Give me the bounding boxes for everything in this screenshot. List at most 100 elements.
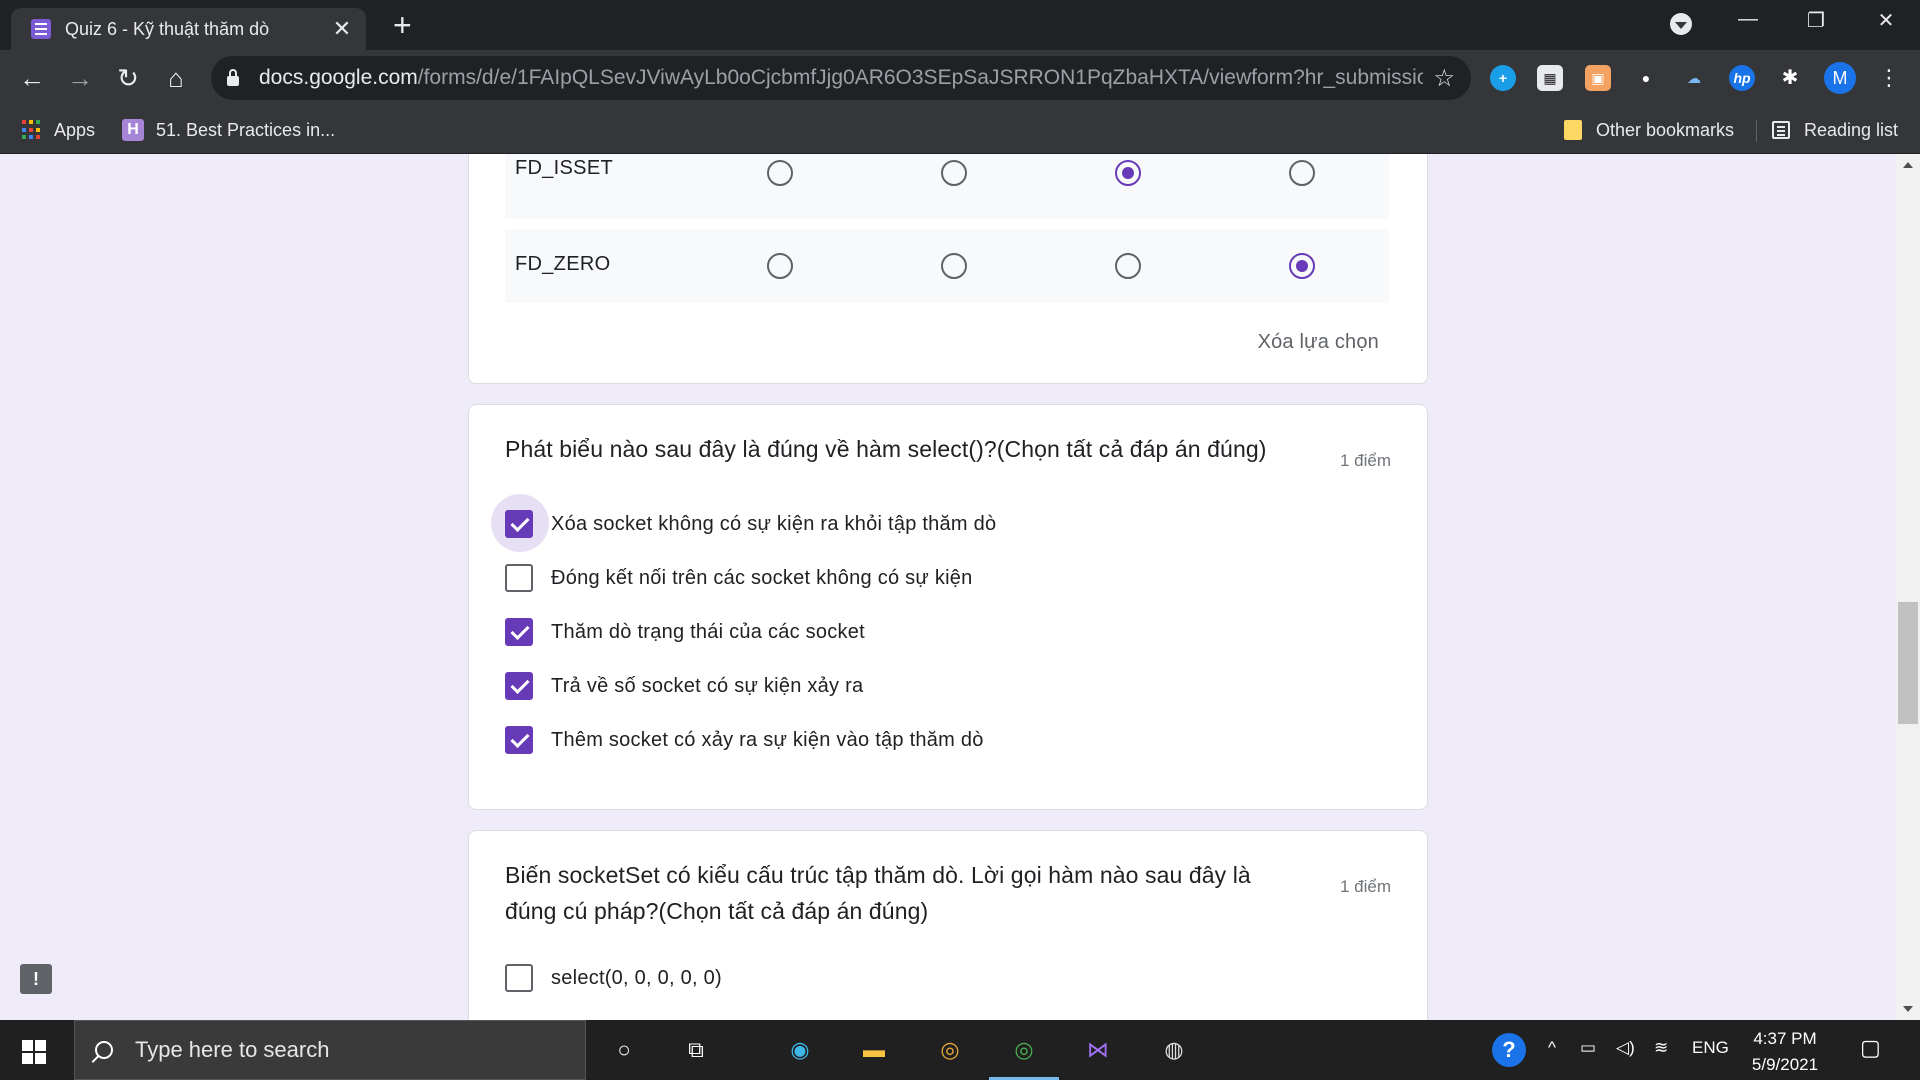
h-logo-icon: H bbox=[122, 119, 144, 141]
clear-selection-button[interactable]: Xóa lựa chọn bbox=[1258, 331, 1379, 354]
search-icon bbox=[95, 1041, 113, 1059]
show-hidden-icons-icon[interactable]: ^ bbox=[1548, 1038, 1556, 1058]
language-indicator[interactable]: ENG bbox=[1692, 1038, 1729, 1058]
grid-row-label: FD_ZERO bbox=[515, 253, 611, 275]
home-icon[interactable]: ⌂ bbox=[158, 60, 194, 96]
hp-icon[interactable]: hp bbox=[1729, 65, 1755, 91]
form-viewport: FD_ISSET FD_ZERO Xóa lựa chọn Phát biểu … bbox=[0, 154, 1896, 1020]
option-label: Đóng kết nối trên các socket không có sự… bbox=[551, 566, 973, 589]
grid-radio[interactable] bbox=[767, 253, 793, 279]
google-forms-icon bbox=[31, 19, 51, 39]
search-placeholder: Type here to search bbox=[135, 1037, 330, 1062]
bookmark-best-practices[interactable]: H 51. Best Practices in... bbox=[122, 116, 335, 144]
system-clock[interactable]: 4:37 PM 5/9/2021 bbox=[1730, 1026, 1840, 1078]
kebab-menu-icon[interactable]: ⋮ bbox=[1878, 62, 1900, 94]
battery-icon[interactable]: ▭ bbox=[1580, 1038, 1596, 1058]
tab-strip: Quiz 6 - Kỹ thuật thăm dò ✕ + — ❐ ✕ bbox=[0, 0, 1920, 50]
volume-icon[interactable]: ◁) bbox=[1616, 1038, 1635, 1058]
question-points: 1 điểm bbox=[1339, 451, 1391, 470]
obs-icon[interactable]: ◍ bbox=[1152, 1028, 1196, 1072]
qr-code-icon[interactable]: ▦ bbox=[1537, 65, 1563, 91]
reading-list-icon bbox=[1772, 121, 1790, 139]
grid-radio[interactable] bbox=[767, 160, 793, 186]
visual-studio-icon[interactable]: ⋈ bbox=[1076, 1028, 1120, 1072]
edge-icon[interactable]: ◉ bbox=[778, 1028, 822, 1072]
option-label: Thăm dò trạng thái của các socket bbox=[551, 620, 865, 643]
minimize-icon[interactable]: — bbox=[1728, 8, 1768, 31]
address-bar[interactable]: docs.google.com/forms/d/e/1FAIpQLSevJViw… bbox=[211, 56, 1471, 100]
chrome-icon[interactable]: ◎ bbox=[1002, 1028, 1046, 1072]
reading-list[interactable]: Reading list bbox=[1772, 116, 1898, 144]
cortana-icon[interactable]: ○ bbox=[602, 1028, 646, 1072]
clock-date: 5/9/2021 bbox=[1751, 1055, 1819, 1074]
other-bookmarks[interactable]: Other bookmarks bbox=[1564, 116, 1734, 144]
checkbox-option[interactable]: Thăm dò trạng thái của các socket bbox=[505, 617, 865, 647]
question-points: 1 điểm bbox=[1339, 877, 1391, 896]
file-explorer-icon[interactable]: ▬ bbox=[852, 1028, 896, 1072]
grid-radio-selected[interactable] bbox=[1289, 253, 1315, 279]
apps-grid-icon bbox=[22, 120, 42, 140]
notifications-icon[interactable]: ▢ bbox=[1860, 1035, 1881, 1061]
grid-row-fd-isset: FD_ISSET bbox=[505, 154, 1389, 219]
checkbox-checked[interactable] bbox=[505, 726, 533, 754]
cloud-extension-icon[interactable]: ☁ bbox=[1681, 65, 1707, 91]
scroll-up-arrow-icon[interactable] bbox=[1903, 162, 1913, 168]
close-tab-icon[interactable]: ✕ bbox=[332, 16, 352, 42]
plus-extension-icon[interactable]: + bbox=[1490, 65, 1516, 91]
checkbox-checked[interactable] bbox=[505, 672, 533, 700]
windows-start-icon[interactable] bbox=[22, 1040, 46, 1064]
chrome-profile-icon[interactable]: ◎ bbox=[928, 1028, 972, 1072]
grid-radio-selected[interactable] bbox=[1115, 160, 1141, 186]
forward-icon[interactable]: → bbox=[62, 60, 98, 96]
checkbox-option[interactable]: select(0, 0, 0, 0, 0) bbox=[505, 963, 722, 993]
checkbox-option[interactable]: Thêm socket có xảy ra sự kiện vào tập th… bbox=[505, 725, 984, 755]
question-title-line1: Biến socketSet có kiểu cấu trúc tập thăm… bbox=[505, 862, 1251, 888]
browser-toolbar: ← → ↻ ⌂ docs.google.com/forms/d/e/1FAIpQ… bbox=[0, 50, 1920, 106]
task-view-icon[interactable]: ⧉ bbox=[674, 1028, 718, 1072]
extensions-puzzle-icon[interactable]: ✱ bbox=[1777, 65, 1803, 91]
grid-row-label: FD_ISSET bbox=[515, 157, 613, 179]
restore-icon[interactable]: ❐ bbox=[1796, 8, 1836, 33]
report-problem-icon[interactable]: ! bbox=[20, 964, 52, 994]
socketset-question-card: Biến socketSet có kiểu cấu trúc tập thăm… bbox=[468, 830, 1428, 1020]
scroll-down-arrow-icon[interactable] bbox=[1903, 1006, 1913, 1012]
url-text[interactable]: docs.google.com/forms/d/e/1FAIpQLSevJViw… bbox=[259, 66, 1423, 90]
grid-radio[interactable] bbox=[1289, 160, 1315, 186]
bookmark-apps[interactable]: Apps bbox=[22, 116, 95, 144]
tab-search-icon[interactable] bbox=[1670, 13, 1692, 35]
windows-taskbar: Type here to search ○ ⧉ ◉ ▬ ◎ ◎ ⋈ ◍ ? ^ … bbox=[0, 1020, 1920, 1080]
reload-icon[interactable]: ↻ bbox=[110, 60, 146, 96]
grid-radio[interactable] bbox=[941, 160, 967, 186]
checkbox-unchecked[interactable] bbox=[505, 964, 533, 992]
active-tab[interactable]: Quiz 6 - Kỹ thuật thăm dò ✕ bbox=[11, 8, 366, 50]
bookmark-star-icon[interactable]: ☆ bbox=[1433, 64, 1455, 93]
lock-icon[interactable] bbox=[227, 69, 239, 86]
record-extension-icon[interactable]: ● bbox=[1633, 65, 1659, 91]
taskbar-search-box[interactable]: Type here to search bbox=[74, 1020, 586, 1080]
clock-time: 4:37 PM bbox=[1753, 1029, 1817, 1048]
grid-radio[interactable] bbox=[1115, 253, 1141, 279]
checkbox-option[interactable]: Đóng kết nối trên các socket không có sự… bbox=[505, 563, 973, 593]
wifi-icon[interactable]: ≋ bbox=[1654, 1038, 1668, 1058]
profile-avatar[interactable]: M bbox=[1824, 62, 1856, 94]
back-icon[interactable]: ← bbox=[14, 60, 50, 96]
bookmarks-bar: Apps H 51. Best Practices in... Other bo… bbox=[0, 106, 1920, 154]
option-label: Thêm socket có xảy ra sự kiện vào tập th… bbox=[551, 728, 984, 751]
checkbox-checked[interactable] bbox=[505, 510, 533, 538]
checkbox-unchecked[interactable] bbox=[505, 564, 533, 592]
close-window-icon[interactable]: ✕ bbox=[1866, 8, 1906, 33]
page-scrollbar[interactable] bbox=[1896, 154, 1920, 1020]
option-label: select(0, 0, 0, 0, 0) bbox=[551, 966, 722, 989]
new-tab-icon[interactable]: + bbox=[393, 8, 412, 42]
screenshot-extension-icon[interactable]: ▣ bbox=[1585, 65, 1611, 91]
grid-radio[interactable] bbox=[941, 253, 967, 279]
help-icon[interactable]: ? bbox=[1492, 1033, 1526, 1067]
folder-icon bbox=[1564, 120, 1582, 140]
checkbox-option[interactable]: Xóa socket không có sự kiện ra khỏi tập … bbox=[491, 494, 996, 552]
scrollbar-thumb[interactable] bbox=[1898, 602, 1918, 724]
tab-title: Quiz 6 - Kỹ thuật thăm dò bbox=[65, 18, 270, 39]
checkbox-checked[interactable] bbox=[505, 618, 533, 646]
checkbox-option[interactable]: Trả về số socket có sự kiện xảy ra bbox=[505, 671, 863, 701]
select-question-card: Phát biểu nào sau đây là đúng về hàm sel… bbox=[468, 404, 1428, 810]
bookmarks-divider bbox=[1756, 120, 1757, 142]
